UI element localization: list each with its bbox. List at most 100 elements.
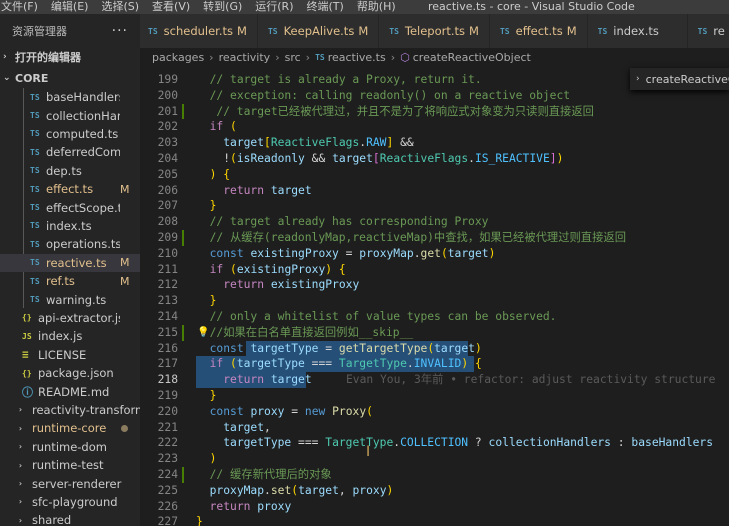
file-item[interactable]: TS reactive.ts M bbox=[0, 253, 140, 272]
workspace-root-section[interactable]: ⌄ CORE bbox=[0, 69, 140, 87]
folder-item[interactable]: › shared bbox=[0, 511, 140, 526]
tab-modified-badge: M bbox=[237, 24, 247, 38]
line-number: 225 bbox=[157, 483, 178, 497]
file-item[interactable]: TS index.ts bbox=[0, 217, 140, 235]
editor-tab[interactable]: TS KeepAlive.ts M bbox=[257, 14, 380, 48]
editor-tab[interactable]: TS Teleport.ts M bbox=[379, 14, 490, 48]
editor-tab[interactable]: TS re bbox=[687, 14, 729, 48]
menu-view[interactable]: 查看(V) bbox=[145, 0, 196, 14]
modified-dot-icon bbox=[121, 424, 128, 432]
code-text: } bbox=[209, 389, 217, 402]
typescript-file-icon: TS bbox=[597, 26, 608, 36]
menu-edit[interactable]: 编辑(E) bbox=[44, 0, 95, 14]
menu-terminal[interactable]: 终端(T) bbox=[300, 0, 350, 14]
file-item[interactable]: TS effect.ts M bbox=[0, 180, 140, 198]
editor-tab[interactable]: TS index.ts bbox=[587, 14, 688, 48]
code-text: // target already has corresponding Prox… bbox=[209, 215, 489, 229]
typescript-file-icon: TS bbox=[30, 276, 40, 286]
file-item[interactable]: TS warning.ts bbox=[0, 290, 140, 308]
line-number: 208 bbox=[157, 215, 178, 229]
code-line: 205 ) { bbox=[140, 167, 729, 183]
file-item[interactable]: TS dep.ts bbox=[0, 162, 140, 180]
code-text: ) { bbox=[209, 167, 231, 181]
line-number: 221 bbox=[157, 420, 178, 434]
git-added-gutter-mark bbox=[182, 467, 184, 483]
file-item[interactable]: TS effectScope.ts bbox=[0, 198, 140, 216]
code-text: // 缓存新代理后的对象 bbox=[209, 468, 332, 481]
folder-item[interactable]: › sfc-playground bbox=[0, 493, 140, 511]
git-blame-annotation: Evan You, 3年前 • refactor: adjust reactiv… bbox=[346, 373, 716, 387]
breadcrumb-file[interactable]: reactive.ts bbox=[328, 51, 386, 64]
code-text: return target bbox=[223, 183, 312, 197]
code-line: 200 // exception: calling readonly() on … bbox=[140, 88, 729, 104]
code-line: 204 !(isReadonly && target[ReactiveFlags… bbox=[140, 151, 729, 167]
tab-label: Teleport.ts bbox=[404, 24, 466, 38]
file-item[interactable]: TS computed.ts bbox=[0, 125, 140, 143]
more-actions-icon[interactable]: ··· bbox=[112, 23, 128, 39]
file-item[interactable]: TS baseHandlers.ts bbox=[0, 88, 140, 106]
menu-file[interactable]: 文件(F) bbox=[0, 0, 44, 14]
code-text: if (existingProxy) { bbox=[209, 262, 346, 276]
file-name: LICENSE bbox=[38, 347, 87, 362]
chevron-right-icon: › bbox=[18, 460, 23, 470]
title-bar: 文件(F) 编辑(E) 选择(S) 查看(V) 转到(G) 运行(R) 终端(T… bbox=[0, 0, 729, 14]
code-text: } bbox=[209, 294, 217, 308]
folder-item[interactable]: › runtime-test bbox=[0, 456, 140, 474]
code-line: 220 const proxy = new Proxy( bbox=[140, 404, 729, 420]
line-number: 226 bbox=[157, 499, 178, 513]
breadcrumb-src[interactable]: src bbox=[285, 51, 301, 64]
code-text: //如果在白名单直接返回例如__skip__ bbox=[209, 325, 414, 339]
line-number: 207 bbox=[157, 199, 178, 213]
text-cursor-icon: I bbox=[366, 444, 371, 460]
code-line: 209 // 从缓存(readonlyMap,reactiveMap)中查找，如… bbox=[140, 230, 729, 246]
code-text: targetType === TargetType.COLLECTION ? c… bbox=[223, 436, 714, 450]
file-item[interactable]: TS deferredCompute... bbox=[0, 143, 140, 161]
explorer-header: 资源管理器 ··· bbox=[0, 14, 140, 48]
code-line: 212 return existingProxy bbox=[140, 277, 729, 293]
git-added-gutter-mark bbox=[182, 103, 184, 120]
workspace-root-label: CORE bbox=[15, 71, 49, 85]
folder-item[interactable]: › server-renderer bbox=[0, 474, 140, 492]
line-number: 199 bbox=[157, 73, 178, 86]
file-item[interactable]: {} api-extractor.json bbox=[0, 309, 140, 327]
file-item[interactable]: JS index.js bbox=[0, 327, 140, 345]
breadcrumb-reactivity[interactable]: reactivity bbox=[219, 51, 271, 64]
code-line: 227} bbox=[140, 514, 729, 526]
file-item[interactable]: TS ref.ts M bbox=[0, 272, 140, 290]
file-name: reactive.ts bbox=[46, 255, 107, 270]
folder-item[interactable]: › runtime-core bbox=[0, 419, 140, 437]
editor-tab[interactable]: TS effect.ts M bbox=[489, 14, 588, 48]
line-number: 223 bbox=[157, 452, 178, 466]
code-editor[interactable]: 199 // target is already a Proxy, return… bbox=[140, 72, 729, 526]
code-line: 221 target, bbox=[140, 420, 729, 436]
menu-go[interactable]: 转到(G) bbox=[196, 0, 248, 14]
folder-item[interactable]: › runtime-dom bbox=[0, 438, 140, 456]
chevron-right-icon: › bbox=[18, 515, 23, 525]
editor-tabs: TS scheduler.ts M TS KeepAlive.ts M TS Teleport… bbox=[140, 14, 729, 48]
git-status-badge: M bbox=[120, 182, 130, 196]
breadcrumb-symbol[interactable]: createReactiveObject bbox=[413, 51, 531, 64]
code-text: const existingProxy = proxyMap.get(targe… bbox=[209, 246, 496, 260]
code-line: 206 return target bbox=[140, 183, 729, 199]
file-name: baseHandlers.ts bbox=[46, 90, 120, 105]
breadcrumb-packages[interactable]: packages bbox=[152, 51, 204, 64]
editor-group: TS scheduler.ts M TS KeepAlive.ts M TS Teleport… bbox=[140, 14, 729, 526]
menu-help[interactable]: 帮助(H) bbox=[350, 0, 402, 14]
file-name: index.js bbox=[38, 329, 83, 344]
folder-item[interactable]: › reactivity-transform bbox=[0, 401, 140, 419]
file-item[interactable]: TS collectionHandler... bbox=[0, 106, 140, 124]
code-text: target[ReactiveFlags.RAW] && bbox=[223, 136, 414, 150]
open-editors-section[interactable]: › 打开的编辑器 bbox=[0, 48, 140, 66]
typescript-file-icon: TS bbox=[315, 52, 325, 62]
file-item[interactable]: TS operations.ts bbox=[0, 235, 140, 253]
code-text: // only a whitelist of value types can b… bbox=[209, 310, 557, 323]
chevron-right-icon: › bbox=[18, 497, 23, 507]
file-item[interactable]: {} package.json bbox=[0, 364, 140, 382]
menu-run[interactable]: 运行(R) bbox=[248, 0, 299, 14]
lightbulb-icon[interactable]: 💡 bbox=[197, 325, 209, 341]
editor-tab[interactable]: TS scheduler.ts M bbox=[140, 14, 258, 48]
file-item[interactable]: ⓘ README.md bbox=[0, 382, 140, 400]
menu-selection[interactable]: 选择(S) bbox=[94, 0, 145, 14]
code-text: } bbox=[196, 515, 203, 526]
file-item[interactable]: ≡ LICENSE bbox=[0, 346, 140, 364]
